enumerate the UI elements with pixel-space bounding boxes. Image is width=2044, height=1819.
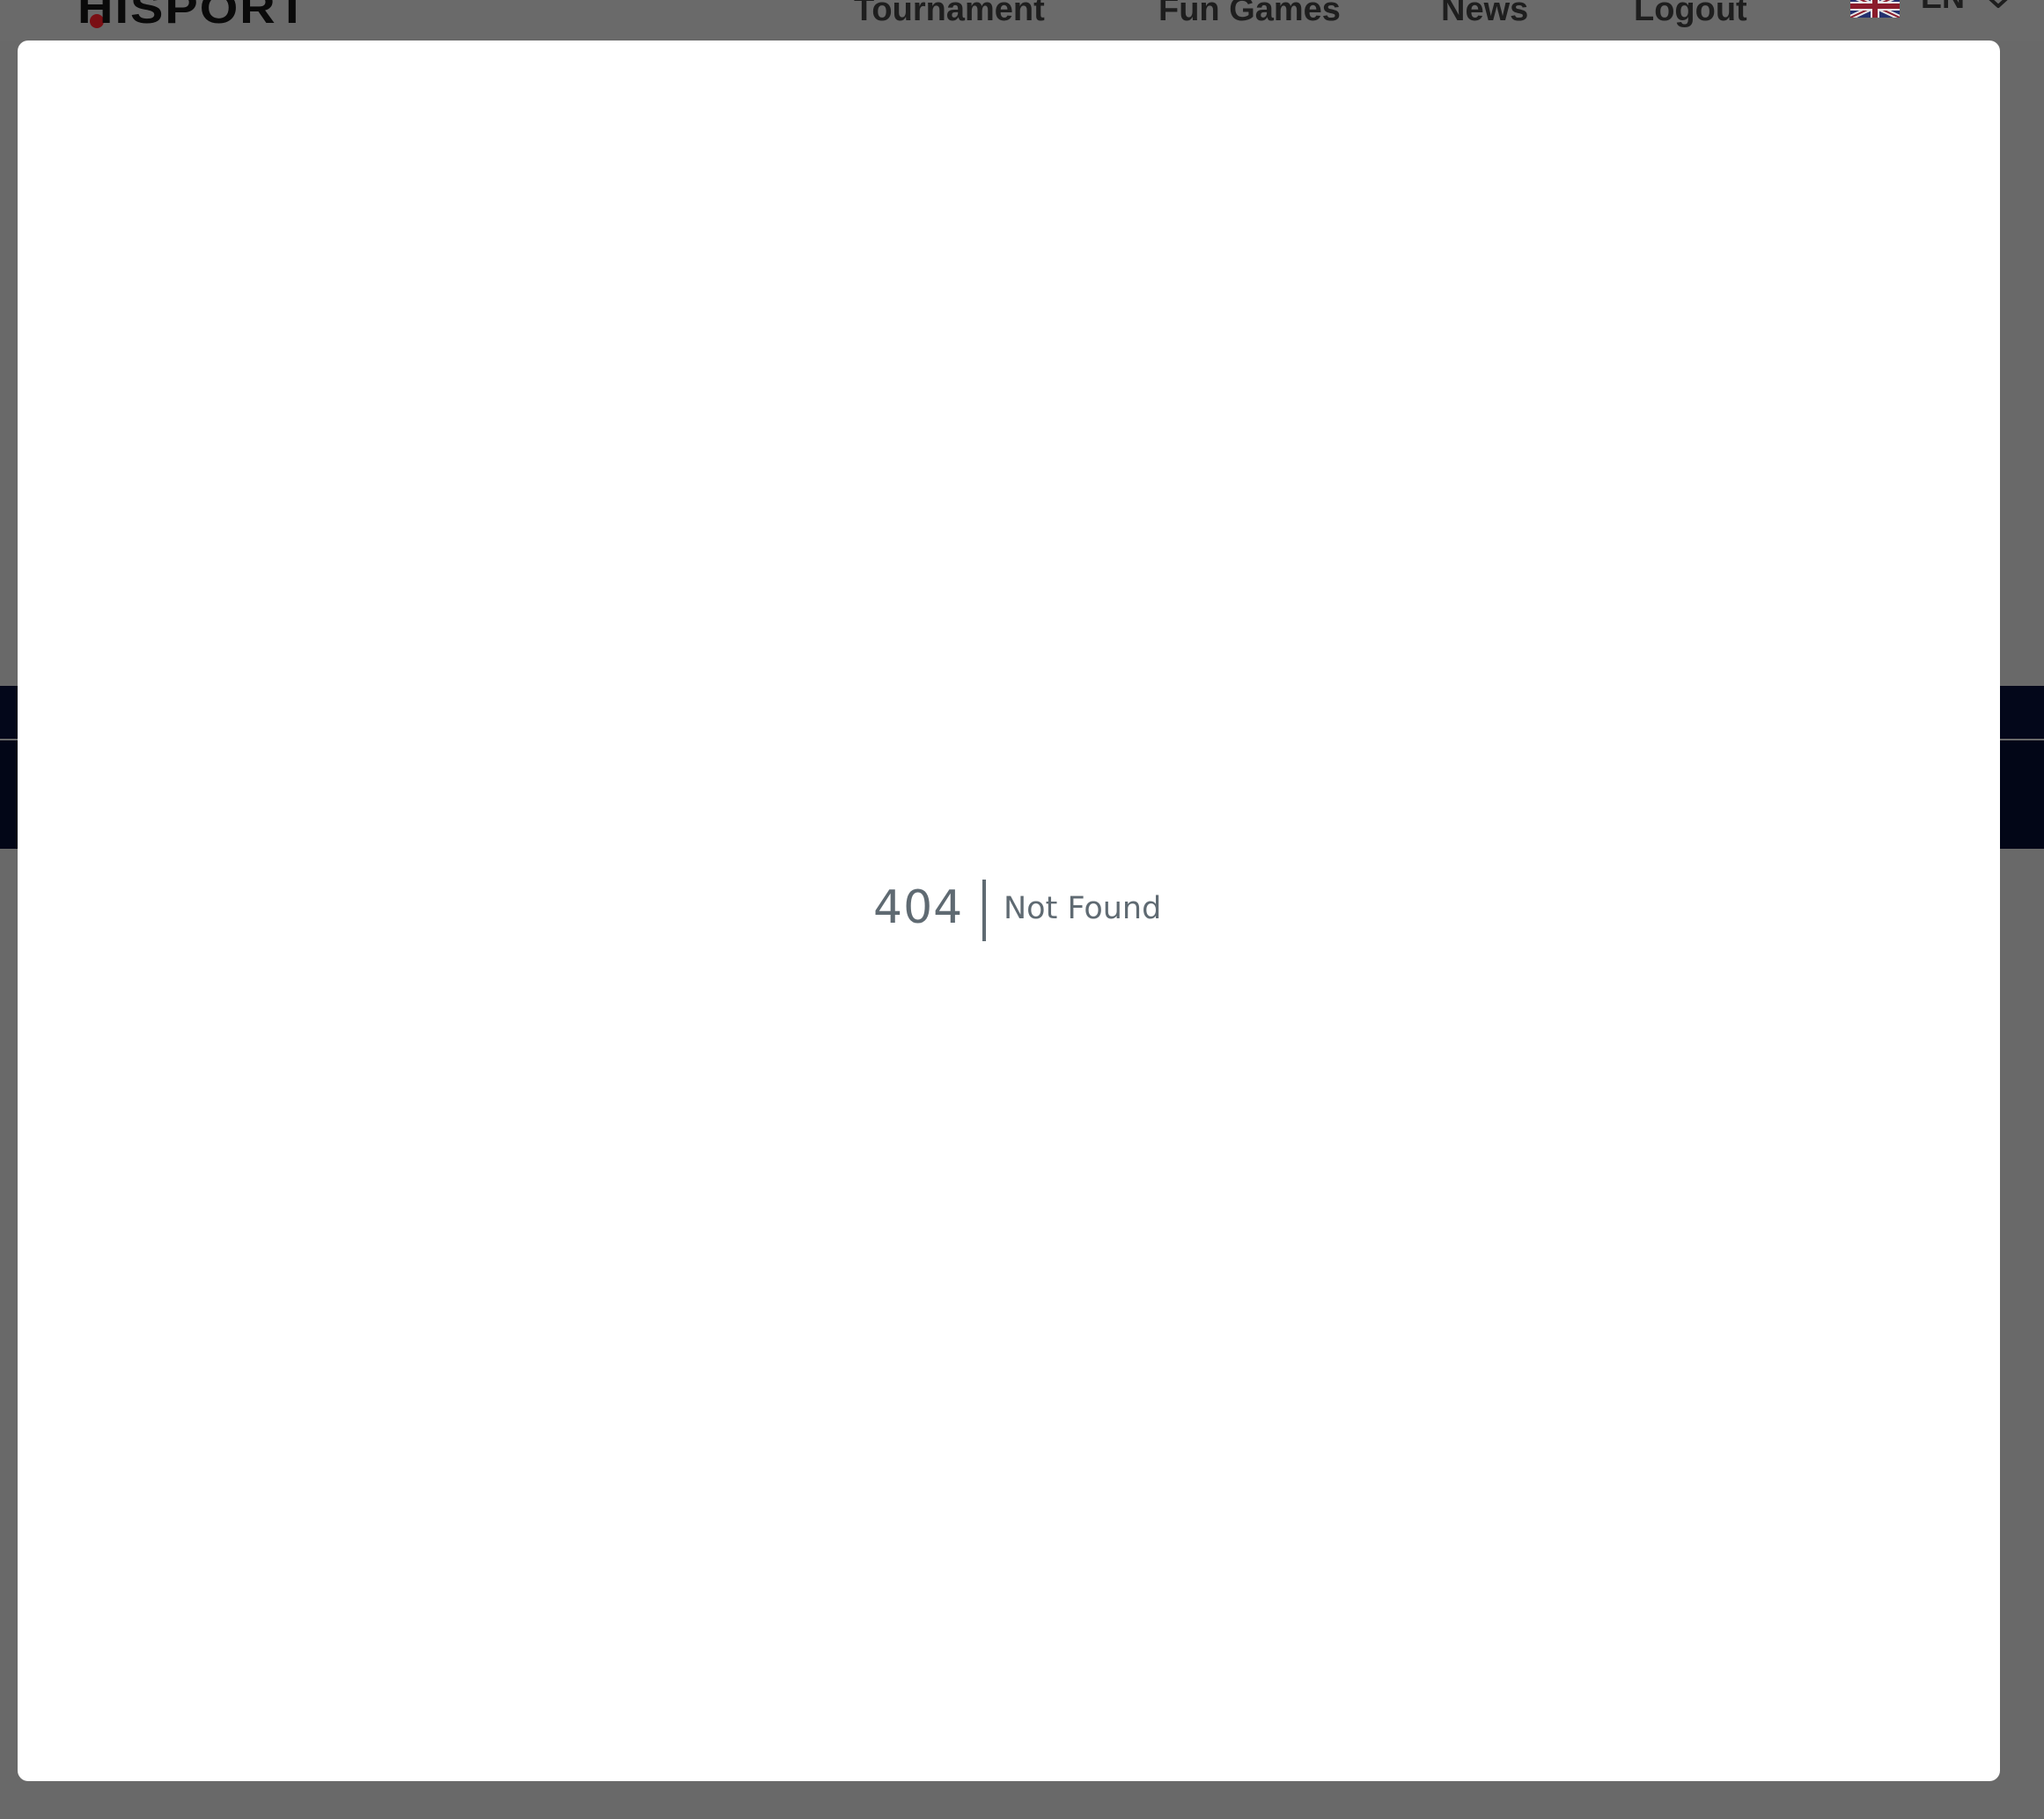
nav-item-fun-games[interactable]: Fun Games xyxy=(1158,0,1341,29)
site-header: HISPORT Tournament Fun Games News Logout… xyxy=(0,0,2044,41)
nav-item-news[interactable]: News xyxy=(1441,0,1528,29)
site-logo[interactable]: HISPORT xyxy=(77,0,309,30)
error-divider xyxy=(982,880,986,941)
error-message: Not Found xyxy=(1004,891,1162,926)
nav-item-logout[interactable]: Logout xyxy=(1634,0,1747,29)
language-code: EN xyxy=(1921,0,1965,16)
chevron-down-icon xyxy=(1986,0,2011,11)
logo-text: HISPORT xyxy=(77,0,309,33)
uk-flag-icon xyxy=(1850,0,1900,18)
nav-item-tournament[interactable]: Tournament xyxy=(854,0,1045,29)
language-selector[interactable]: EN xyxy=(1850,0,2011,18)
not-found-message: 404 Not Found xyxy=(18,41,2000,1781)
error-code: 404 xyxy=(873,881,964,934)
error-modal: 404 Not Found xyxy=(18,41,2000,1781)
